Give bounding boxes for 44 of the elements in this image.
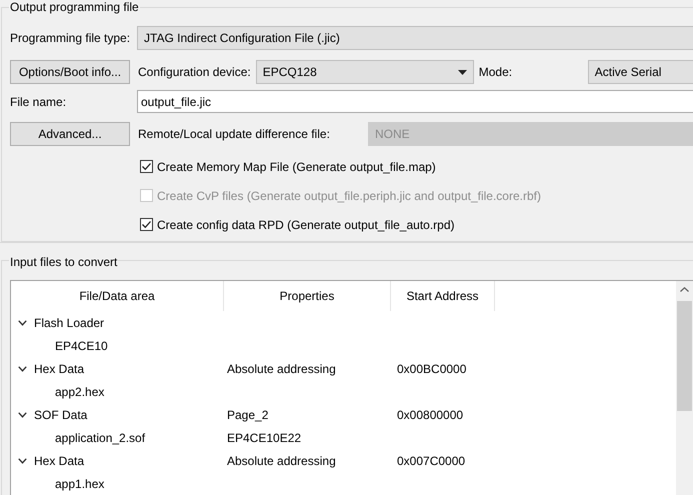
group-title: Input files to convert bbox=[9, 255, 118, 269]
table-cell: 0x00800000 bbox=[397, 408, 464, 422]
table-cell: Page_2 bbox=[227, 408, 268, 422]
checkbox[interactable] bbox=[140, 160, 153, 173]
checkbox-label: Create Memory Map File (Generate output_file.map) bbox=[157, 160, 436, 174]
column-header[interactable]: Properties bbox=[224, 281, 391, 311]
tree-item[interactable]: application_2.sof bbox=[55, 430, 146, 444]
mode-field[interactable]: Active Serial bbox=[588, 60, 693, 84]
tree-item[interactable]: SOF Data bbox=[34, 408, 88, 422]
table-cell: Absolute addressing bbox=[227, 454, 336, 468]
field-label: Mode: bbox=[478, 65, 514, 79]
tree-item[interactable]: Hex Data bbox=[34, 362, 84, 376]
field-label: File name: bbox=[10, 94, 68, 108]
scroll-thumb[interactable] bbox=[677, 301, 692, 411]
device-dropdown[interactable]: EPCQ128 bbox=[256, 60, 474, 84]
checkbox-label: Create CvP files (Generate output_file.periph.jic and output_file.core.rbf) bbox=[157, 188, 541, 202]
chevron-down-icon[interactable] bbox=[18, 320, 27, 326]
checkbox-label: Create config data RPD (Generate output_file_auto.rpd) bbox=[157, 218, 455, 232]
tree-item[interactable]: Flash Loader bbox=[34, 316, 104, 330]
scroll-up-icon[interactable] bbox=[680, 287, 689, 292]
checkbox[interactable] bbox=[140, 218, 153, 231]
group-title: Output programming file bbox=[9, 0, 140, 14]
field-label: Remote/Local update difference file: bbox=[138, 127, 331, 141]
field-label: Programming file type: bbox=[10, 31, 132, 45]
column-header[interactable]: File/Data area bbox=[11, 281, 224, 311]
scrollbar[interactable] bbox=[676, 280, 693, 495]
advanced-button[interactable]: Advanced... bbox=[10, 122, 130, 146]
file-type-field[interactable]: JTAG Indirect Configuration File (.jic) bbox=[137, 26, 693, 50]
table-cell: 0x00BC0000 bbox=[397, 362, 466, 376]
table-cell: 0x007C0000 bbox=[397, 454, 466, 468]
column-header[interactable]: Start Address bbox=[391, 281, 495, 311]
chevron-down-icon[interactable] bbox=[18, 458, 27, 464]
file-name-field[interactable]: output_file.jic bbox=[137, 90, 693, 113]
field-label: Configuration device: bbox=[138, 65, 251, 79]
table-cell: Absolute addressing bbox=[227, 362, 336, 376]
table-cell: EP4CE10E22 bbox=[227, 430, 302, 444]
options-button[interactable]: Options/Boot info... bbox=[10, 60, 130, 84]
tree-item[interactable]: app2.hex bbox=[55, 384, 104, 398]
tree-item[interactable]: Hex Data bbox=[34, 454, 84, 468]
caret-icon bbox=[458, 70, 467, 74]
tree-item[interactable]: EP4CE10 bbox=[55, 338, 108, 352]
chevron-down-icon[interactable] bbox=[18, 412, 27, 418]
tree-item[interactable]: app1.hex bbox=[55, 476, 104, 490]
chevron-down-icon[interactable] bbox=[18, 366, 27, 372]
